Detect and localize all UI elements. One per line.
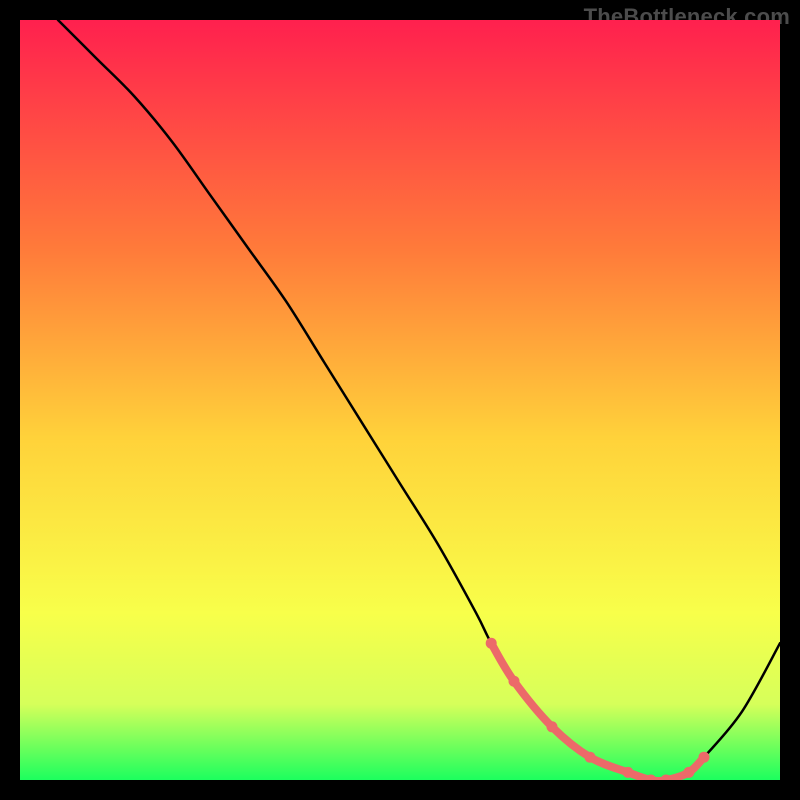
marker-dot [547, 721, 558, 732]
chart-stage: TheBottleneck.com [0, 0, 800, 800]
marker-dot [623, 767, 634, 778]
marker-dot [683, 767, 694, 778]
marker-dot [509, 676, 520, 687]
chart-background-gradient [20, 20, 780, 780]
marker-dot [585, 752, 596, 763]
chart-svg [20, 20, 780, 780]
chart-plot-area [20, 20, 780, 780]
marker-dot [486, 638, 497, 649]
marker-dot [699, 752, 710, 763]
